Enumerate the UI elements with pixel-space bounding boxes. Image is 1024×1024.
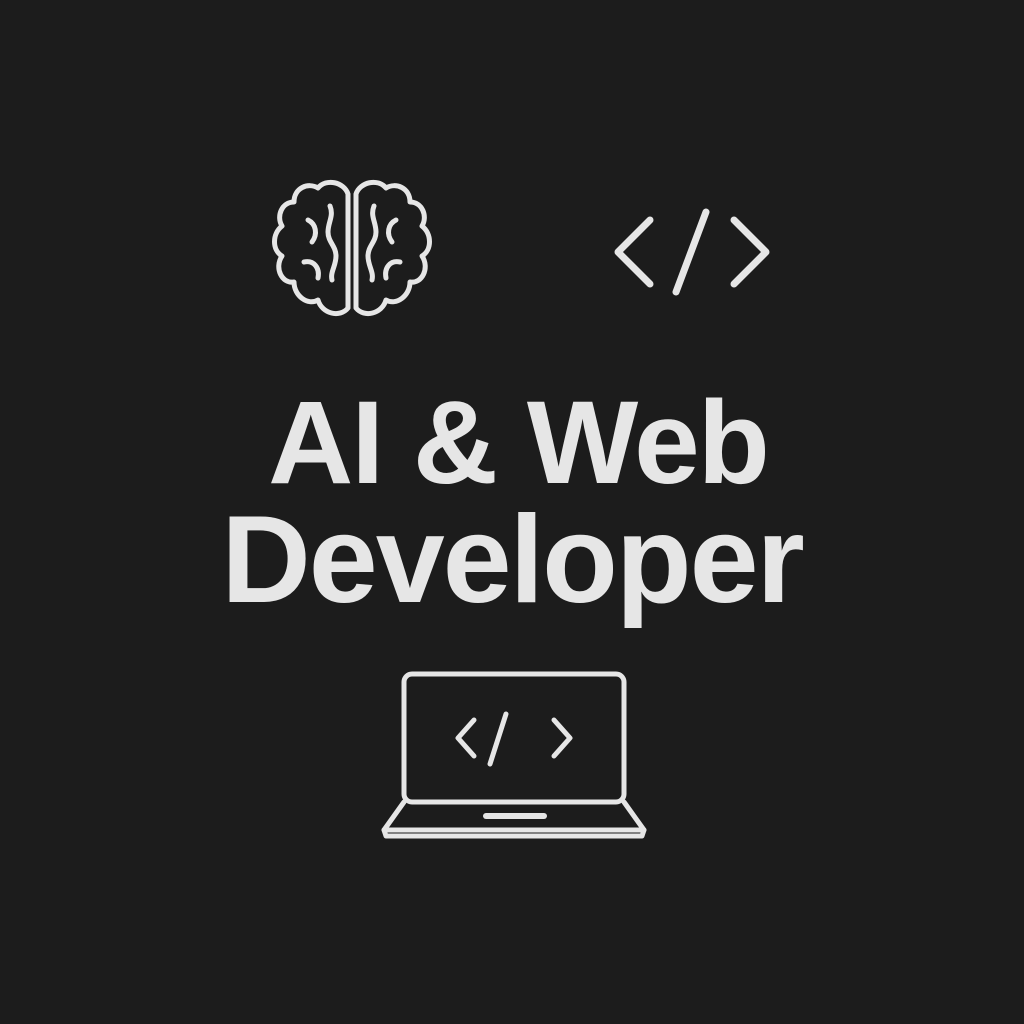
laptop-code-icon <box>378 670 650 842</box>
headline-line-1: AI & Web <box>268 377 770 509</box>
brain-icon <box>268 176 436 334</box>
code-brackets-icon <box>610 206 774 298</box>
headline-line-2: Developer <box>221 491 805 629</box>
poster: AI & Web Developer <box>0 0 1024 1024</box>
